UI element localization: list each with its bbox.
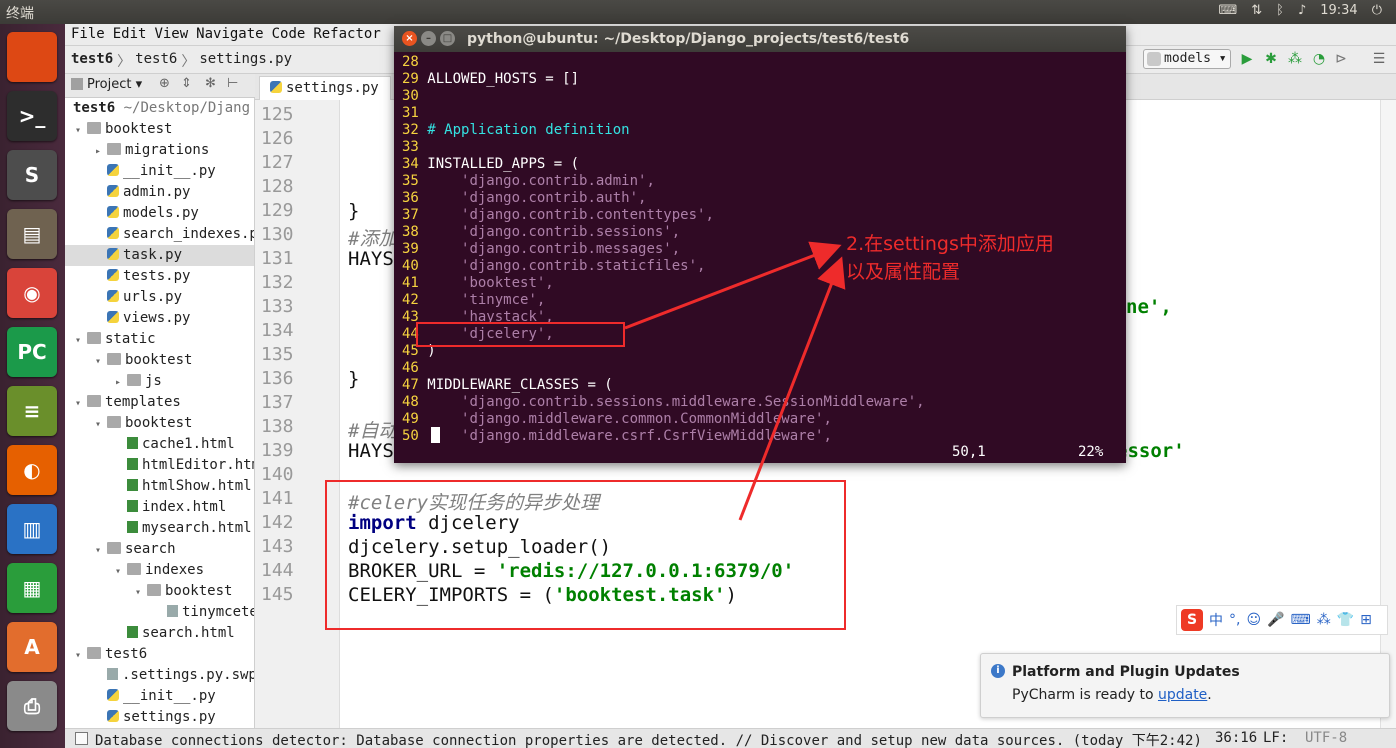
- notification-title: Platform and Plugin Updates: [1012, 664, 1240, 680]
- annotation-line-1: 2.在settings中添加应用: [846, 233, 1054, 255]
- arrow-to-celery-block: [738, 256, 846, 521]
- status-bar: Database connections detector: Database …: [65, 728, 1396, 748]
- annotation-arrows: [624, 241, 846, 521]
- annotation-caption: 2.在settings中添加应用 以及属性配置: [846, 230, 1096, 286]
- caret-position[interactable]: 36:16: [1215, 730, 1257, 746]
- ime-toolbar[interactable]: S 中 °, ☺ 🎤 ⌨ ⁂ 👕 ⊞: [1176, 605, 1388, 635]
- update-notification[interactable]: i Platform and Plugin Updates PyCharm is…: [980, 653, 1390, 718]
- notification-period: .: [1207, 687, 1212, 703]
- ime-punctuation-icon[interactable]: °,: [1229, 612, 1240, 628]
- annotation-line-2: 以及属性配置: [846, 261, 961, 283]
- update-link[interactable]: update: [1158, 687, 1207, 703]
- arrow-to-settings-line: [624, 241, 842, 330]
- line-separator[interactable]: LF:: [1263, 730, 1288, 746]
- ime-skin-icon[interactable]: 👕: [1337, 612, 1354, 628]
- ime-tools-icon[interactable]: ⁂: [1317, 612, 1331, 628]
- tool-window-toggle-icon[interactable]: [75, 732, 88, 745]
- sogou-logo-icon[interactable]: S: [1181, 609, 1203, 631]
- notification-text: PyCharm is ready to: [1012, 687, 1158, 703]
- status-message[interactable]: Database connections detector: Database …: [95, 730, 1202, 748]
- ime-grid-icon[interactable]: ⊞: [1360, 612, 1372, 628]
- info-icon: i: [991, 664, 1005, 678]
- file-encoding[interactable]: UTF-8: [1305, 730, 1347, 746]
- ime-emoji-icon[interactable]: ☺: [1246, 612, 1261, 628]
- ime-keyboard-icon[interactable]: ⌨: [1291, 612, 1311, 628]
- notification-body: PyCharm is ready to update.: [1012, 687, 1212, 703]
- ime-mode-chinese[interactable]: 中: [1209, 610, 1223, 630]
- ime-voice-icon[interactable]: 🎤: [1267, 612, 1284, 628]
